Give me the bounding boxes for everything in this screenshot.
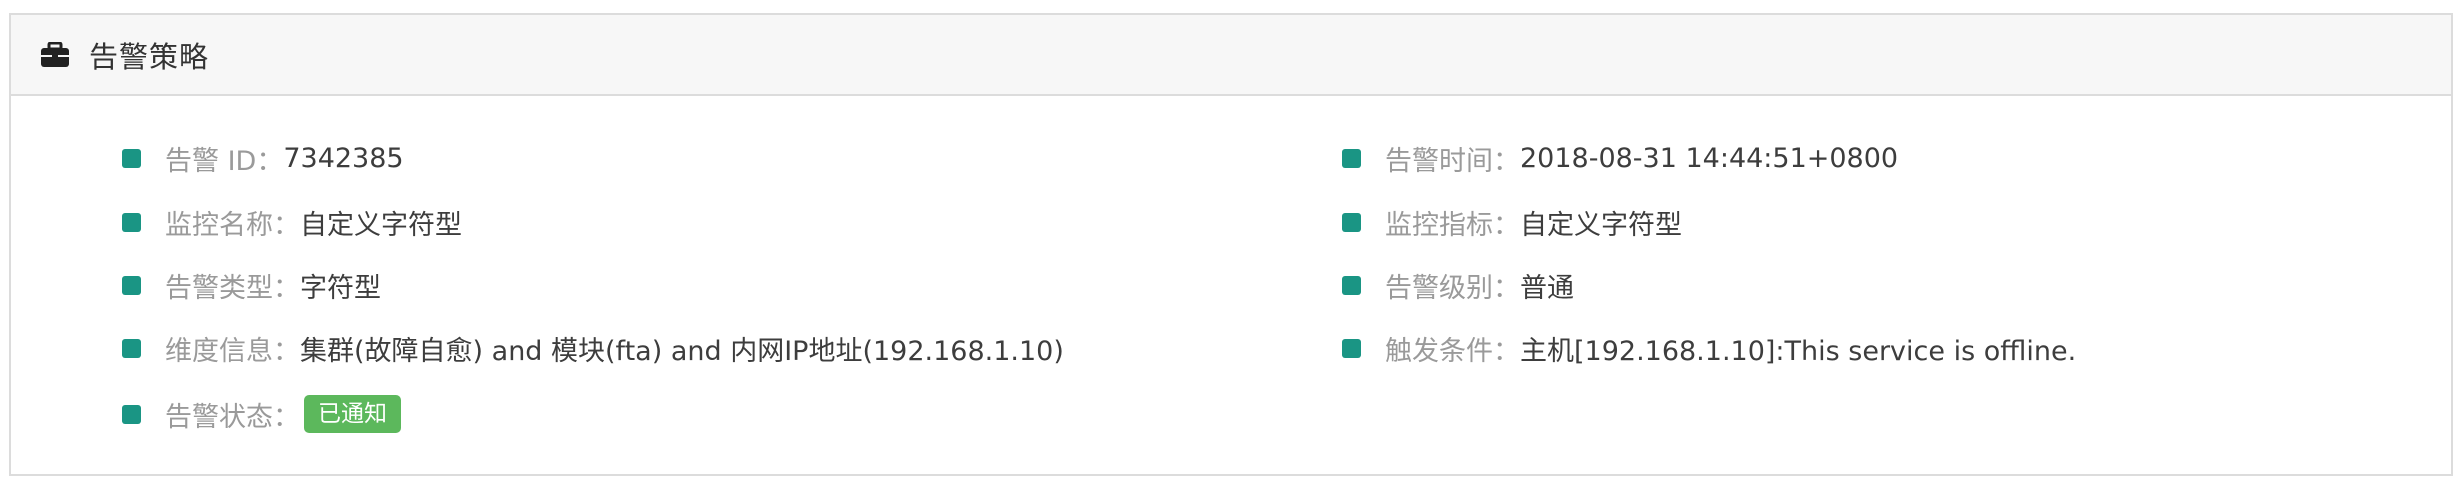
field-label: 告警状态： [165, 401, 300, 433]
field-trigger-condition: 触发条件： 主机[192.168.1.10]:This service is o… [1342, 328, 2076, 368]
bullet-icon [122, 212, 141, 232]
field-value: 普通 [1520, 272, 1574, 304]
field-label: 告警 ID： [165, 145, 284, 177]
field-monitor-metric: 监控指标： 自定义字符型 [1342, 202, 1682, 242]
field-label: 告警级别： [1385, 272, 1520, 304]
field-value: 自定义字符型 [300, 209, 462, 241]
panel-header: 告警策略 [11, 15, 2451, 96]
briefcase-icon [39, 41, 71, 69]
field-value: 字符型 [300, 272, 381, 304]
bullet-icon [122, 404, 141, 424]
field-dimension-info: 维度信息： 集群(故障自愈) and 模块(fta) and 内网IP地址(19… [122, 328, 1064, 368]
field-value: 2018-08-31 14:44:51+0800 [1520, 142, 1899, 174]
bullet-icon [122, 275, 141, 295]
field-label: 监控指标： [1385, 209, 1520, 241]
field-label: 触发条件： [1385, 335, 1520, 367]
status-badge: 已通知 [304, 395, 401, 433]
field-value: 自定义字符型 [1520, 209, 1682, 241]
field-alert-time: 告警时间： 2018-08-31 14:44:51+0800 [1342, 138, 1898, 178]
bullet-icon [1342, 338, 1361, 358]
bullet-icon [122, 148, 141, 168]
field-alert-id: 告警 ID： 7342385 [122, 138, 404, 178]
bullet-icon [1342, 212, 1361, 232]
field-value: 集群(故障自愈) and 模块(fta) and 内网IP地址(192.168.… [300, 335, 1064, 367]
bullet-icon [1342, 148, 1361, 168]
bullet-icon [122, 338, 141, 358]
bullet-icon [1342, 275, 1361, 295]
field-monitor-name: 监控名称： 自定义字符型 [122, 202, 462, 242]
panel-title: 告警策略 [89, 39, 210, 74]
field-alert-type: 告警类型： 字符型 [122, 265, 381, 305]
panel-body: 告警 ID： 7342385 监控名称： 自定义字符型 告警类型： 字符型 维度… [11, 96, 2451, 474]
field-label: 告警类型： [165, 272, 300, 304]
field-label: 告警时间： [1385, 145, 1520, 177]
field-value: 主机[192.168.1.10]:This service is offline… [1520, 335, 2077, 367]
alert-policy-panel: 告警策略 告警 ID： 7342385 监控名称： 自定义字符型 告警类型： 字… [9, 13, 2453, 476]
field-label: 维度信息： [165, 335, 300, 367]
field-alert-status: 告警状态： 已通知 [122, 394, 401, 434]
field-value: 7342385 [283, 142, 404, 174]
field-alert-level: 告警级别： 普通 [1342, 265, 1574, 305]
field-label: 监控名称： [165, 209, 300, 241]
